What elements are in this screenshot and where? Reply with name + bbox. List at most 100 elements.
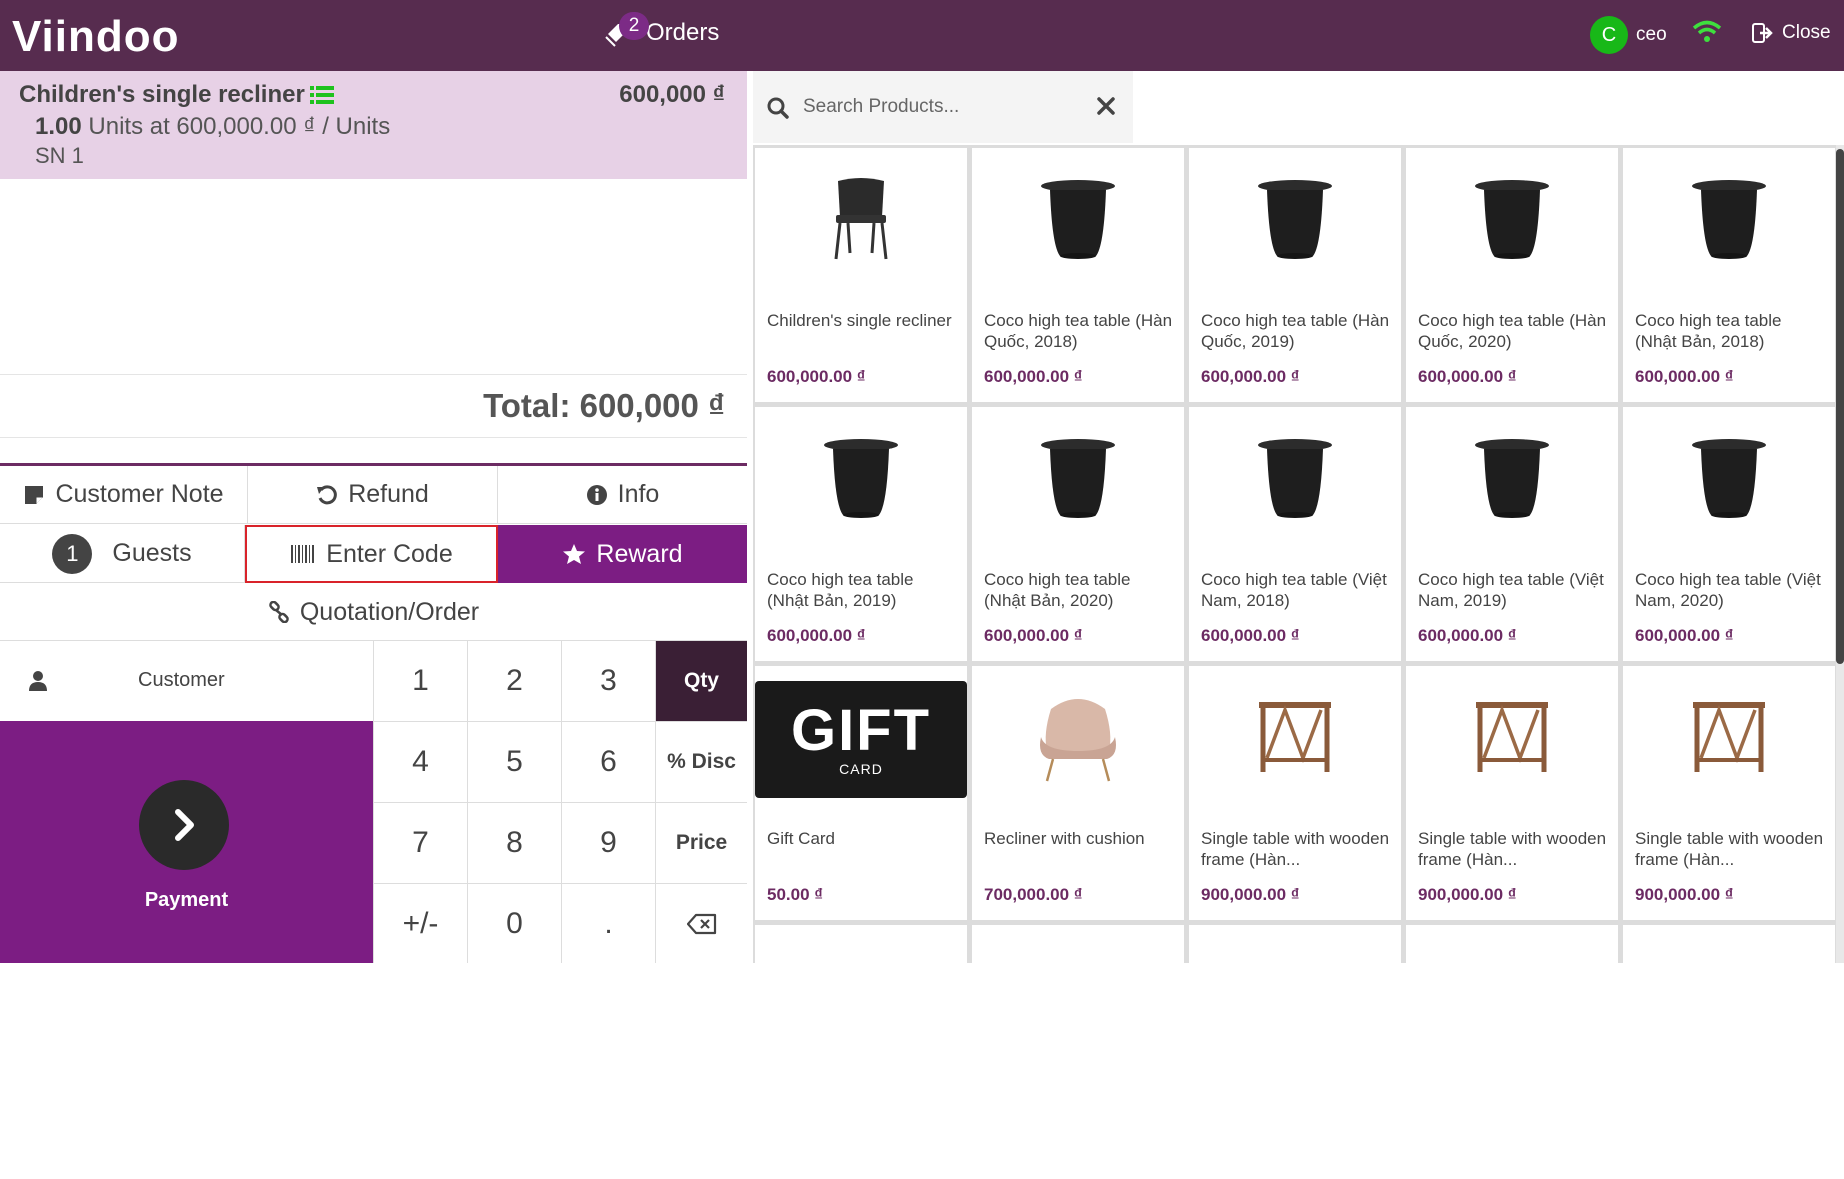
order-line[interactable]: Children's single recliner 600,000 ₫ 1.0… — [0, 71, 747, 179]
product-card[interactable]: Single table with wooden frame (Hàn... 90… — [1189, 666, 1401, 920]
key-3[interactable]: 3 — [561, 640, 655, 721]
info-button[interactable]: Info — [498, 466, 747, 524]
product-image — [1406, 148, 1618, 288]
customer-note-button[interactable]: Customer Note — [0, 466, 248, 524]
reward-label: Reward — [596, 539, 683, 568]
key-9[interactable]: 9 — [561, 802, 655, 883]
product-image — [755, 407, 967, 547]
product-card[interactable]: Recliner with cushion 700,000.00 ₫ — [972, 666, 1184, 920]
backspace-button[interactable] — [655, 883, 747, 963]
product-card[interactable]: Coco high tea table (Nhật Bản, 2018) 600,… — [1623, 148, 1835, 402]
product-price: 600,000.00 ₫ — [767, 626, 866, 645]
user-icon — [29, 671, 47, 691]
close-icon[interactable] — [1097, 97, 1115, 115]
key-1[interactable]: 1 — [373, 640, 467, 721]
key-decimal[interactable]: . — [561, 883, 655, 963]
product-name: Coco high tea table (Việt Nam, 2020) — [1635, 570, 1821, 610]
product-image — [1623, 407, 1835, 547]
guests-label: Guests — [112, 539, 192, 567]
product-name: Single table with wooden frame (Hàn... — [1418, 829, 1607, 869]
order-line-qty: 1.00 Units at 600,000.00 ₫ / Units — [35, 113, 390, 141]
product-card[interactable] — [755, 925, 967, 1179]
product-card[interactable]: Single table with wooden frame (Hàn... 90… — [1406, 666, 1618, 920]
search-input[interactable]: Search Products... — [803, 96, 959, 118]
product-price: 600,000.00 ₫ — [1635, 367, 1734, 386]
order-line-qty-value: 1.00 — [35, 113, 82, 140]
link-icon — [269, 601, 289, 623]
reward-button[interactable]: Reward — [498, 525, 747, 583]
product-name: Single table with wooden frame (Hàn... — [1635, 829, 1824, 869]
product-price: 600,000.00 ₫ — [1418, 367, 1517, 386]
product-price: 600,000.00 ₫ — [1635, 626, 1734, 645]
product-image — [1189, 407, 1401, 547]
product-price: 600,000.00 ₫ — [984, 367, 1083, 386]
key-2[interactable]: 2 — [467, 640, 561, 721]
product-card[interactable]: Children's single recliner 600,000.00 ₫ — [755, 148, 967, 402]
info-icon — [586, 484, 607, 505]
product-price: 900,000.00 ₫ — [1201, 885, 1300, 904]
product-card[interactable] — [972, 925, 1184, 1179]
numpad-keys: 1 2 3 Qty 4 5 6 % Disc 7 8 9 Price +/- 0… — [373, 640, 747, 963]
refund-label: Refund — [348, 480, 429, 508]
product-card[interactable]: Coco high tea table (Việt Nam, 2018) 600,… — [1189, 407, 1401, 661]
refund-button[interactable]: Refund — [248, 466, 498, 524]
customer-button[interactable]: Customer — [0, 640, 373, 721]
product-name: Coco high tea table (Nhật Bản, 2020) — [984, 570, 1131, 610]
product-card[interactable] — [1623, 925, 1835, 1179]
scrollbar-thumb[interactable] — [1836, 149, 1844, 664]
product-card[interactable]: Coco high tea table (Nhật Bản, 2020) 600,… — [972, 407, 1184, 661]
product-image — [1406, 666, 1618, 806]
gift-card-text: GIFT — [790, 698, 932, 763]
product-price: 700,000.00 ₫ — [984, 885, 1083, 904]
product-name: Coco high tea table (Hàn Quốc, 2019) — [1201, 311, 1390, 351]
product-price: 50.00 ₫ — [767, 885, 823, 904]
guests-button[interactable]: 1 Guests — [0, 525, 245, 583]
product-name: Recliner with cushion — [984, 829, 1145, 848]
product-price: 600,000.00 ₫ — [1201, 626, 1300, 645]
gift-card-image: GIFT CARD — [755, 681, 967, 798]
key-price[interactable]: Price — [655, 802, 747, 883]
product-price: 900,000.00 ₫ — [1418, 885, 1517, 904]
product-card[interactable]: Coco high tea table (Nhật Bản, 2019) 600,… — [755, 407, 967, 661]
product-card[interactable] — [1406, 925, 1618, 1179]
sign-out-icon — [1752, 23, 1773, 43]
key-plus-minus[interactable]: +/- — [373, 883, 467, 963]
key-6[interactable]: 6 — [561, 721, 655, 802]
order-panel: Children's single recliner 600,000 ₫ 1.0… — [0, 71, 747, 963]
product-card[interactable]: Coco high tea table (Hàn Quốc, 2019) 600,… — [1189, 148, 1401, 402]
key-0[interactable]: 0 — [467, 883, 561, 963]
enter-code-button[interactable]: Enter Code — [245, 525, 498, 583]
user-menu[interactable]: C ceo — [1590, 16, 1667, 54]
orders-label: Orders — [646, 19, 720, 46]
key-8[interactable]: 8 — [467, 802, 561, 883]
product-name: Coco high tea table (Việt Nam, 2019) — [1418, 570, 1604, 610]
product-card[interactable]: Coco high tea table (Hàn Quốc, 2020) 600,… — [1406, 148, 1618, 402]
close-button[interactable]: Close — [1752, 22, 1831, 44]
product-image — [1623, 666, 1835, 806]
product-card[interactable]: Coco high tea table (Việt Nam, 2019) 600,… — [1406, 407, 1618, 661]
product-name: Coco high tea table (Việt Nam, 2018) — [1201, 570, 1387, 610]
product-image — [972, 407, 1184, 547]
product-card[interactable]: Coco high tea table (Hàn Quốc, 2018) 600,… — [972, 148, 1184, 402]
product-card[interactable]: Single table with wooden frame (Hàn... 90… — [1623, 666, 1835, 920]
key-5[interactable]: 5 — [467, 721, 561, 802]
list-icon — [309, 86, 334, 104]
key-4[interactable]: 4 — [373, 721, 467, 802]
product-image — [1189, 148, 1401, 288]
divider — [0, 374, 747, 375]
product-card[interactable] — [1189, 925, 1401, 1179]
payment-button[interactable]: Payment — [0, 721, 373, 963]
barcode-icon — [291, 545, 315, 563]
product-card[interactable]: Coco high tea table (Việt Nam, 2020) 600,… — [1623, 407, 1835, 661]
key-qty[interactable]: Qty — [655, 640, 747, 721]
quotation-order-button[interactable]: Quotation/Order — [0, 584, 747, 640]
product-card[interactable]: GIFT CARD Gift Card 50.00 ₫ — [755, 666, 967, 920]
backspace-icon — [686, 913, 716, 934]
key-discount[interactable]: % Disc — [655, 721, 747, 802]
product-image — [1189, 666, 1401, 806]
key-7[interactable]: 7 — [373, 802, 467, 883]
product-name: Coco high tea table (Hàn Quốc, 2018) — [984, 311, 1173, 351]
product-panel: Search Products... Children's single rec… — [747, 71, 1844, 1179]
wifi-icon[interactable] — [1692, 20, 1722, 49]
product-image — [1623, 148, 1835, 288]
